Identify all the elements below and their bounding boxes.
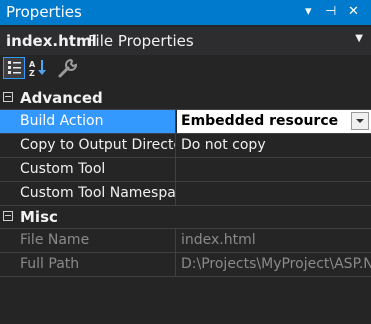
property-value[interactable] [177,158,371,181]
category-label: Advanced [20,89,103,107]
panel-title: Properties [6,3,82,21]
property-value[interactable]: index.html [177,229,371,252]
property-row-full-path[interactable]: Full Path D:\Projects\MyProject\ASP.N [0,253,371,277]
properties-toolbar: A Z [0,55,371,83]
property-value[interactable] [177,182,371,205]
object-name: index.html [6,32,97,50]
property-name[interactable]: File Name [0,229,176,252]
property-name[interactable]: Copy to Output Directo [0,134,176,157]
category-advanced[interactable]: Advanced [0,87,371,110]
wrench-icon[interactable] [57,57,79,79]
svg-text:Z: Z [29,69,35,78]
pin-icon[interactable]: ⊣ [325,2,336,22]
collapse-icon[interactable] [3,211,13,221]
chevron-down-icon[interactable]: ▼ [355,33,363,44]
property-row-custom-tool-namespace[interactable]: Custom Tool Namespac [0,182,371,206]
categorized-icon[interactable] [3,57,25,79]
property-row-copy-to-output[interactable]: Copy to Output Directo Do not copy [0,134,371,158]
svg-text:A: A [29,60,36,69]
property-value[interactable]: D:\Projects\MyProject\ASP.N [177,253,371,276]
property-name[interactable]: Custom Tool Namespac [0,182,176,205]
property-value-dropdown[interactable]: Embedded resource [177,110,371,133]
dropdown-arrow-icon[interactable] [351,112,369,130]
alphabetical-icon[interactable]: A Z [27,57,49,79]
property-value: Embedded resource [181,113,339,129]
property-row-file-name[interactable]: File Name index.html [0,229,371,253]
property-row-build-action[interactable]: Build Action Embedded resource [0,110,371,134]
property-grid: Advanced Build Action Embedded resource … [0,87,371,277]
property-name[interactable]: Custom Tool [0,158,176,181]
collapse-icon[interactable] [3,92,13,102]
category-misc[interactable]: Misc [0,206,371,229]
property-name[interactable]: Full Path [0,253,176,276]
property-name[interactable]: Build Action [0,110,176,133]
object-selector[interactable]: index.html File Properties ▼ [0,27,371,55]
close-icon[interactable]: ✕ [348,2,359,22]
object-type: File Properties [88,32,194,50]
category-label: Misc [20,208,58,226]
property-row-custom-tool[interactable]: Custom Tool [0,158,371,182]
window-position-dropdown-icon[interactable]: ▾ [305,2,312,22]
panel-title-bar: Properties ▾ ⊣ ✕ [0,0,371,25]
property-value[interactable]: Do not copy [177,134,371,157]
